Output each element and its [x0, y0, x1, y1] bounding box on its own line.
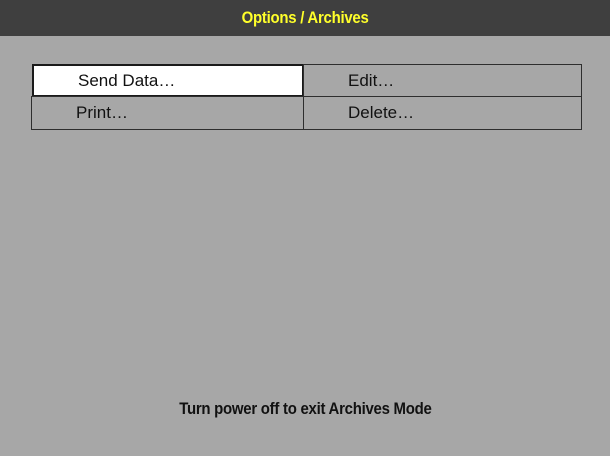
delete-button[interactable]: Delete… [303, 96, 582, 130]
exit-instructions: Turn power off to exit Archives Mode [0, 399, 610, 419]
options-menu: Send Data… Edit… Print… Delete… [31, 64, 582, 130]
print-button[interactable]: Print… [31, 96, 304, 130]
send-data-button[interactable]: Send Data… [32, 64, 304, 97]
archives-screen: Options / Archives Send Data… Edit… Prin… [0, 0, 610, 456]
exit-instructions-text: Turn power off to exit Archives Mode [178, 399, 432, 418]
title-bar: Options / Archives [0, 0, 610, 36]
page-title: Options / Archives [241, 8, 369, 27]
edit-button[interactable]: Edit… [303, 64, 582, 97]
